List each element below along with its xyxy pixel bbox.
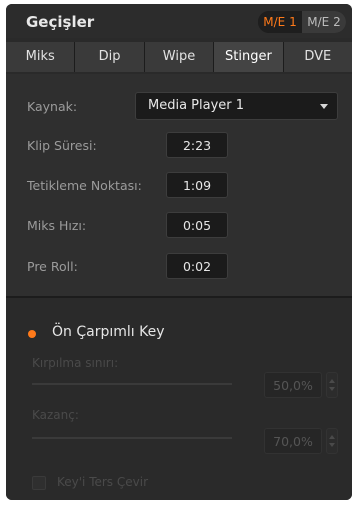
source-dropdown[interactable]: Media Player 1 <box>135 92 338 120</box>
transitions-panel: Geçişler M/E 1 M/E 2 Miks Dip Wipe Sting… <box>6 4 352 500</box>
clip-stepper[interactable] <box>326 372 338 398</box>
tab-dve[interactable]: DVE <box>283 42 352 72</box>
clip-slider[interactable] <box>32 383 232 385</box>
premultiplied-key-radio[interactable] <box>28 330 36 338</box>
panel-header: Geçişler M/E 1 M/E 2 <box>6 4 352 38</box>
panel-title: Geçişler <box>26 13 95 31</box>
premultiplied-key-label: Ön Çarpımlı Key <box>52 324 165 340</box>
me-selector: M/E 1 M/E 2 <box>258 11 346 33</box>
gain-slider[interactable] <box>32 437 232 439</box>
mix-rate-label: Miks Hızı: <box>27 218 87 233</box>
tab-mix[interactable]: Miks <box>6 42 75 72</box>
trigger-point-field[interactable]: 1:09 <box>166 172 228 198</box>
transition-tabs: Miks Dip Wipe Stinger DVE <box>6 42 352 72</box>
clip-duration-label: Klip Süresi: <box>27 138 97 153</box>
invert-key-checkbox[interactable] <box>32 476 46 490</box>
tab-wipe[interactable]: Wipe <box>144 42 214 72</box>
chevron-down-icon <box>320 104 328 109</box>
mix-rate-field[interactable]: 0:05 <box>166 212 228 238</box>
source-dropdown-value: Media Player 1 <box>148 98 245 113</box>
trigger-point-label: Tetikleme Noktası: <box>27 178 142 193</box>
me1-button[interactable]: M/E 1 <box>258 11 302 33</box>
tab-dip[interactable]: Dip <box>75 42 144 72</box>
gain-value-field[interactable]: 70,0% <box>264 428 322 454</box>
invert-key-label: Key'i Ters Çevir <box>57 475 149 489</box>
pre-roll-field[interactable]: 0:02 <box>166 253 228 279</box>
clip-value-field[interactable]: 50,0% <box>264 372 322 398</box>
source-label: Kaynak: <box>27 99 78 114</box>
clip-label: Kırpılma sınırı: <box>32 356 119 370</box>
gain-label: Kazanç: <box>32 408 79 422</box>
pre-roll-label: Pre Roll: <box>27 259 78 274</box>
gain-stepper[interactable] <box>326 428 338 454</box>
tab-stinger[interactable]: Stinger <box>214 42 283 72</box>
me2-button[interactable]: M/E 2 <box>302 11 346 33</box>
clip-duration-field[interactable]: 2:23 <box>166 132 228 158</box>
